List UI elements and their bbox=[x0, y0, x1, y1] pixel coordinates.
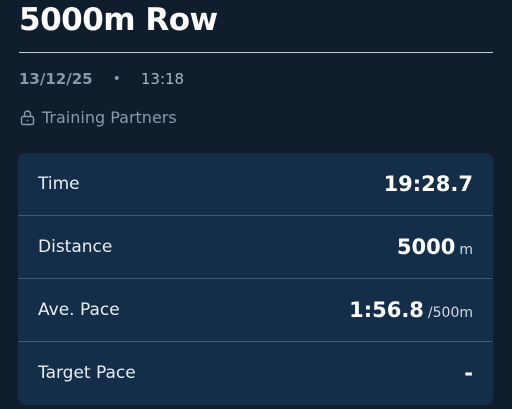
stat-label: Time bbox=[38, 174, 80, 194]
lock-icon bbox=[19, 109, 36, 126]
training-partners-link[interactable]: Training Partners bbox=[19, 106, 177, 128]
stat-value: 5000 m bbox=[397, 235, 473, 259]
stat-value: 19:28.7 bbox=[384, 172, 473, 196]
stat-unit: m bbox=[459, 242, 473, 258]
stat-value: 1:56.8 /500m bbox=[349, 298, 473, 322]
workout-meta: 13/12/25 • 13:18 bbox=[19, 68, 184, 90]
stat-number: 1:56.8 bbox=[349, 298, 424, 322]
stat-label: Distance bbox=[38, 237, 113, 257]
stat-number: - bbox=[464, 361, 473, 385]
stat-unit: /500m bbox=[427, 305, 473, 321]
stat-label: Target Pace bbox=[38, 363, 136, 383]
workout-date: 13/12/25 bbox=[19, 70, 93, 88]
stat-label: Ave. Pace bbox=[38, 300, 120, 320]
stat-row-distance: Distance 5000 m bbox=[18, 216, 493, 278]
workout-time: 13:18 bbox=[140, 70, 185, 88]
stat-number: 19:28.7 bbox=[383, 172, 473, 196]
stat-row-ave-pace: Ave. Pace 1:56.8 /500m bbox=[18, 279, 493, 341]
stat-row-target-pace: Target Pace - bbox=[18, 342, 493, 404]
workout-title: 5000m Row bbox=[19, 2, 218, 38]
title-divider bbox=[19, 52, 493, 53]
meta-separator: • bbox=[112, 71, 121, 87]
stat-value: - bbox=[464, 361, 473, 385]
stat-number: 5000 bbox=[396, 235, 456, 259]
stats-card: Time 19:28.7 Distance 5000 m Ave. Pace 1… bbox=[18, 153, 493, 405]
stat-row-time: Time 19:28.7 bbox=[18, 153, 493, 215]
training-partners-label: Training Partners bbox=[42, 107, 177, 127]
